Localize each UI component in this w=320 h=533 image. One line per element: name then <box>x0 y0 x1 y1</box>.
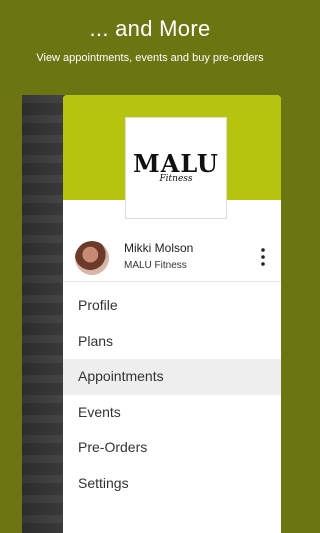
avatar <box>75 241 109 275</box>
navigation-drawer: MALU Fitness Mikki Molson MALU Fitness P… <box>63 95 281 533</box>
drawer-menu: Profile Plans Appointments Events Pre-Or… <box>63 288 281 501</box>
promo-subtitle: View appointments, events and buy pre-or… <box>36 52 264 64</box>
menu-item-profile[interactable]: Profile <box>63 288 281 324</box>
brand-logo: MALU Fitness <box>125 117 227 219</box>
more-vert-icon[interactable] <box>259 247 267 267</box>
background-photo <box>22 95 64 533</box>
menu-item-events[interactable]: Events <box>63 395 281 431</box>
menu-item-appointments[interactable]: Appointments <box>63 359 281 395</box>
user-profile-row[interactable]: Mikki Molson MALU Fitness <box>63 235 281 281</box>
menu-item-pre-orders[interactable]: Pre-Orders <box>63 430 281 466</box>
user-organization: MALU Fitness <box>124 260 187 271</box>
user-name: Mikki Molson <box>124 241 194 255</box>
logo-wordmark: MALU <box>133 149 219 178</box>
divider <box>63 281 281 282</box>
menu-item-plans[interactable]: Plans <box>63 324 281 360</box>
menu-item-settings[interactable]: Settings <box>63 466 281 502</box>
promo-title: ... and More <box>89 16 211 41</box>
